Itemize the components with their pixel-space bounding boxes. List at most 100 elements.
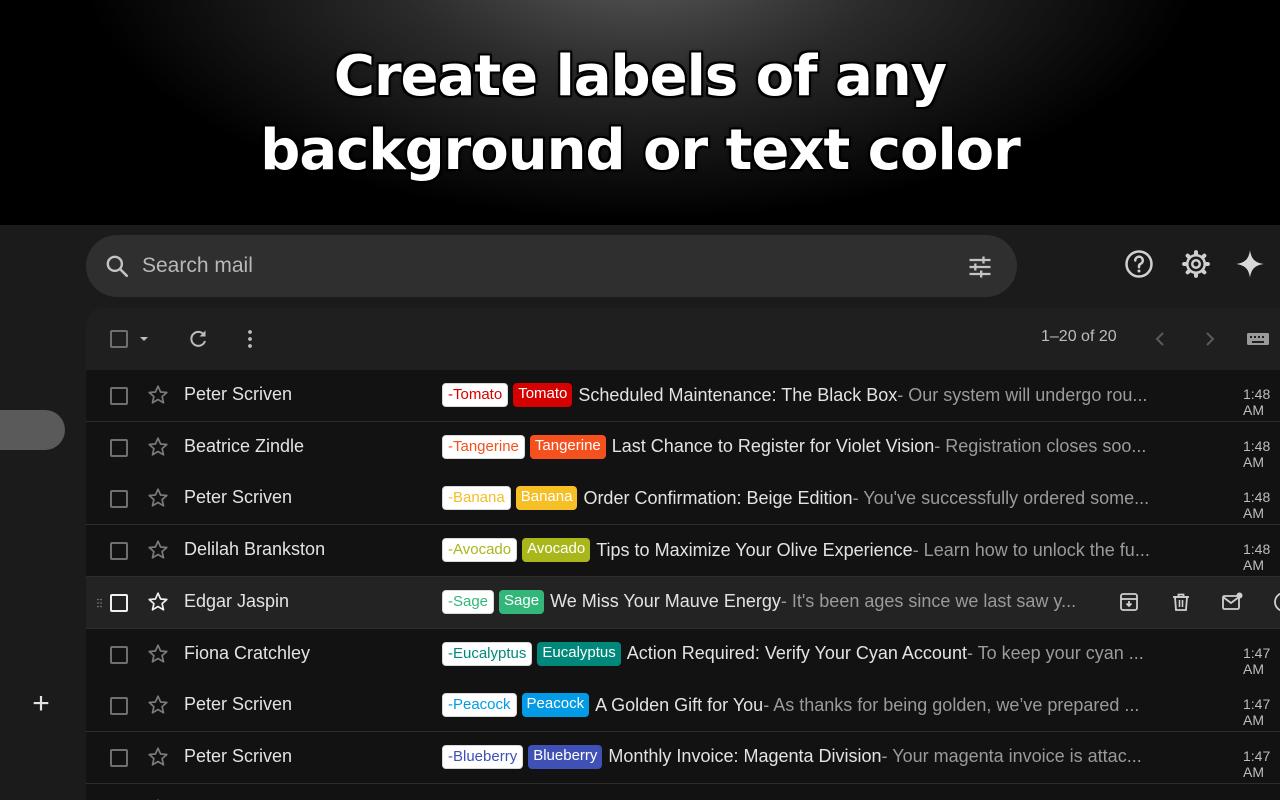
keyboard-icon[interactable] xyxy=(1246,331,1270,347)
sender-name: Peter Scriven xyxy=(184,694,293,715)
email-content[interactable]: -Eucalyptus Eucalyptus Action Required: Ve… xyxy=(442,641,1144,667)
email-snippet: - Registration closes soo... xyxy=(934,436,1147,457)
label-chip-outline[interactable]: -Avocado xyxy=(442,538,518,563)
chevron-left-icon[interactable] xyxy=(1150,327,1170,351)
email-time: 1:48 AM xyxy=(1243,386,1271,418)
email-subject: Scheduled Maintenance: The Black Box xyxy=(578,384,898,405)
star-icon[interactable] xyxy=(146,435,170,459)
table-row[interactable]: Edgar Jaspin -Sage Sage We Miss Your Mauve … xyxy=(86,576,1280,629)
label-chip-solid[interactable]: Tangerine xyxy=(529,434,606,459)
refresh-icon[interactable] xyxy=(186,327,210,351)
email-snippet: - Learn how to unlock the fu... xyxy=(912,539,1150,560)
chevron-right-icon[interactable] xyxy=(1200,327,1220,351)
table-row[interactable]: Peter Scriven -Peacock Peacock A Golden Gif… xyxy=(86,680,1280,733)
sender-name: Edgar Jaspin xyxy=(184,590,290,611)
label-chip-solid[interactable]: Tomato xyxy=(513,383,573,407)
star-icon[interactable] xyxy=(146,797,170,800)
email-subject: Monthly Invoice: Magenta Division xyxy=(608,746,882,767)
row-checkbox[interactable] xyxy=(110,542,128,561)
table-row[interactable]: Peter Scriven -Tomato Tomato Scheduled Main… xyxy=(86,370,1280,422)
label-chip-outline[interactable]: -Sage xyxy=(442,589,495,614)
help-icon[interactable] xyxy=(1124,249,1154,279)
label-chip-outline[interactable]: -Peacock xyxy=(442,693,517,718)
email-content[interactable]: -Banana Banana Order Confirmation: Beige E… xyxy=(442,485,1149,511)
star-icon[interactable] xyxy=(146,486,170,510)
list-toolbar: 1–20 of 20 xyxy=(86,308,1280,370)
label-chip-solid[interactable]: Avocado xyxy=(522,538,591,563)
email-time: 1:48 AM xyxy=(1243,541,1271,574)
sender-name: Peter Scriven xyxy=(184,745,293,766)
star-icon[interactable] xyxy=(146,693,170,717)
email-snippet: - As thanks for being golden, we’ve prep… xyxy=(763,694,1140,715)
label-chip-outline[interactable]: -Tangerine xyxy=(442,434,525,459)
email-subject: Order Confirmation: Beige Edition xyxy=(583,487,853,508)
more-vert-icon[interactable] xyxy=(238,327,262,351)
table-row[interactable]: Beatrice Zindle -Tangerine Tangerine Last C… xyxy=(86,421,1280,474)
select-all-checkbox[interactable] xyxy=(110,330,128,348)
label-chip-outline[interactable]: -Banana xyxy=(442,486,511,511)
email-subject: Last Chance to Register for Violet Visio… xyxy=(611,436,935,457)
sparkle-icon[interactable] xyxy=(1235,249,1265,279)
email-content[interactable]: -Sage Sage We Miss Your Mauve Energy - It'… xyxy=(442,589,1076,615)
mail-app: + Search mail 1–20 of 20 Peter Scriven -… xyxy=(0,225,1280,800)
chevron-down-icon[interactable] xyxy=(138,334,150,344)
label-chip-outline[interactable]: -Tomato xyxy=(442,383,509,407)
star-icon[interactable] xyxy=(146,383,170,407)
search-bar[interactable]: Search mail xyxy=(86,235,1017,297)
snooze-icon[interactable] xyxy=(1272,590,1280,614)
plus-icon[interactable]: + xyxy=(28,689,54,719)
row-checkbox[interactable] xyxy=(110,645,128,664)
star-icon[interactable] xyxy=(146,590,170,614)
row-checkbox[interactable] xyxy=(110,387,128,405)
hero-title: Create labels of any background or text … xyxy=(0,40,1280,188)
star-icon[interactable] xyxy=(146,538,170,562)
archive-icon[interactable] xyxy=(1117,590,1141,614)
label-chip-solid[interactable]: Banana xyxy=(515,486,578,511)
sidebar-active-item[interactable] xyxy=(0,410,65,450)
row-checkbox[interactable] xyxy=(110,438,128,457)
pagination-range: 1–20 of 20 xyxy=(1041,328,1117,345)
sender-name: Delilah Brankston xyxy=(184,539,326,560)
email-subject: A Golden Gift for You xyxy=(595,694,764,715)
table-row[interactable]: Delilah Brankston -Avocado Avocado Tips to … xyxy=(86,525,1280,578)
star-icon[interactable] xyxy=(146,745,170,769)
label-chip-solid[interactable]: Sage xyxy=(499,589,545,614)
row-checkbox[interactable] xyxy=(110,490,128,509)
email-time: 1:47 AM xyxy=(1243,696,1271,729)
row-checkbox[interactable] xyxy=(110,593,128,612)
email-content[interactable]: -Blueberry Blueberry Monthly Invoice: Mage… xyxy=(442,744,1142,770)
email-content[interactable]: -Tomato Tomato Scheduled Maintenance: The … xyxy=(442,382,1147,408)
label-chip-outline[interactable]: -Eucalyptus xyxy=(442,641,533,666)
gear-icon[interactable] xyxy=(1181,249,1211,279)
email-snippet: - Your magenta invoice is attac... xyxy=(881,746,1142,767)
label-chip-solid[interactable]: Peacock xyxy=(521,693,590,718)
email-snippet: - It's been ages since we last saw y... xyxy=(780,591,1077,612)
table-row[interactable]: Peter Scriven -Banana Banana Order Confirma… xyxy=(86,473,1280,526)
drag-handle-icon[interactable] xyxy=(94,594,106,612)
hero-title-line-1: Create labels of any xyxy=(333,44,947,109)
email-content[interactable]: -Avocado Avocado Tips to Maximize Your Oli… xyxy=(442,537,1150,563)
email-snippet: - You've successfully ordered some... xyxy=(852,487,1150,508)
search-input[interactable]: Search mail xyxy=(142,254,253,278)
label-chip-outline[interactable]: -Blueberry xyxy=(442,744,524,769)
table-row[interactable]: Fiona Cratchley -Eucalyptus Eucalyptus Acti… xyxy=(86,628,1280,681)
email-content[interactable]: -Peacock Peacock A Golden Gift for You - A… xyxy=(442,692,1139,718)
trash-icon[interactable] xyxy=(1169,590,1193,614)
table-row[interactable] xyxy=(86,783,1280,800)
tune-icon[interactable] xyxy=(966,253,994,281)
email-subject: Tips to Maximize Your Olive Experience xyxy=(596,539,913,560)
hero-title-line-2: background or text color xyxy=(260,118,1020,183)
sender-name: Peter Scriven xyxy=(184,384,293,404)
label-chip-solid[interactable]: Eucalyptus xyxy=(537,641,621,666)
email-content[interactable]: -Tangerine Tangerine Last Chance to Regist… xyxy=(442,434,1146,460)
star-icon[interactable] xyxy=(146,642,170,666)
table-row[interactable]: Peter Scriven -Blueberry Blueberry Monthly … xyxy=(86,731,1280,784)
row-checkbox[interactable] xyxy=(110,697,128,716)
label-chip-solid[interactable]: Blueberry xyxy=(528,744,603,769)
row-checkbox[interactable] xyxy=(110,748,128,767)
email-content[interactable] xyxy=(442,796,443,800)
email-time: 1:47 AM xyxy=(1243,747,1271,780)
email-time: 1:47 AM xyxy=(1243,644,1271,677)
mark-unread-icon[interactable] xyxy=(1220,590,1244,614)
search-icon[interactable] xyxy=(104,253,130,279)
